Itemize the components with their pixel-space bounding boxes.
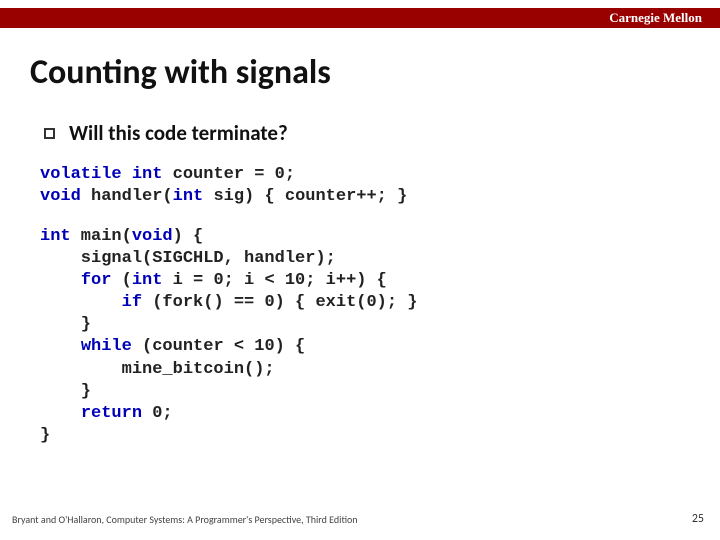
slide-title: Counting with signals [30,52,331,93]
brand-bar: Carnegie Mellon [0,8,720,28]
bullet-text: Will this code terminate? [69,120,288,146]
code-block-declarations: volatile int counter = 0; void handler(i… [40,164,407,208]
brand-label: Carnegie Mellon [609,10,702,25]
bullet-item: Will this code terminate? [44,120,288,146]
footer-citation: Bryant and O'Hallaron, Computer Systems:… [12,513,358,526]
page-number: 25 [692,512,704,526]
code-block-main: int main(void) { signal(SIGCHLD, handler… [40,226,417,447]
bullet-square-icon [44,128,55,139]
